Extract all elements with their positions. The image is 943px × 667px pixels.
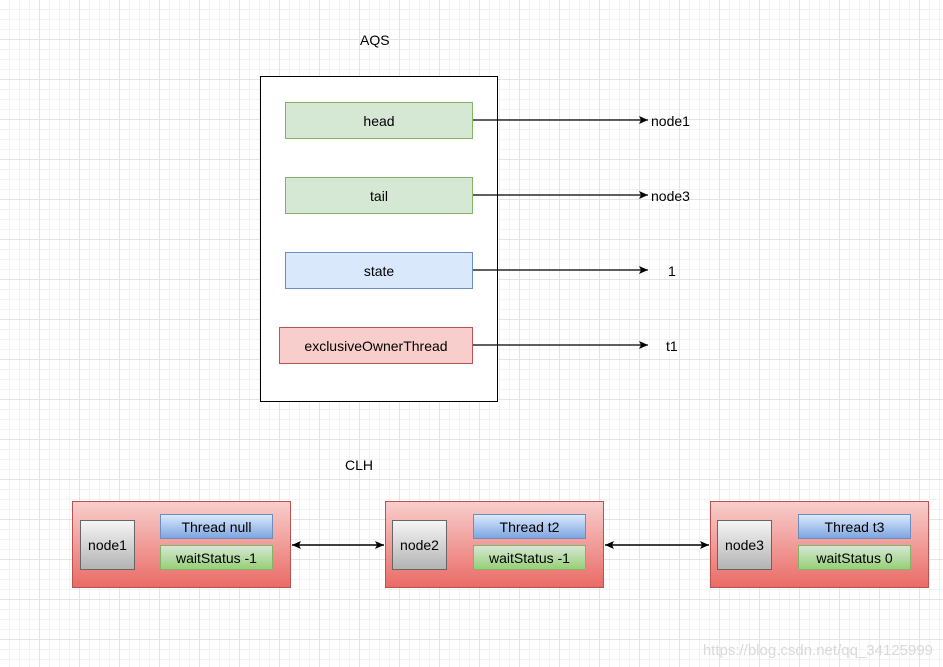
state-target-label: 1 — [668, 263, 676, 279]
aqs-title: AQS — [360, 32, 390, 48]
clh-node-1-name: node1 — [80, 520, 135, 570]
clh-node-2-wait-status: waitStatus -1 — [473, 545, 586, 570]
clh-node-2-name: node2 — [392, 520, 447, 570]
clh-node-3-thread: Thread t3 — [798, 514, 911, 539]
clh-node-3-name: node3 — [717, 520, 772, 570]
watermark: https://blog.csdn.net/qq_34125999 — [702, 642, 933, 659]
tail-target-label: node3 — [651, 188, 690, 204]
aqs-field-head[interactable]: head — [285, 102, 473, 139]
aqs-field-exclusive-owner-thread[interactable]: exclusiveOwnerThread — [279, 327, 473, 364]
clh-node-2-thread: Thread t2 — [473, 514, 586, 539]
aqs-field-state[interactable]: state — [285, 252, 473, 289]
clh-node-1-wait-status: waitStatus -1 — [160, 545, 273, 570]
aqs-field-tail[interactable]: tail — [285, 177, 473, 214]
clh-node-3-wait-status: waitStatus 0 — [798, 545, 911, 570]
clh-title: CLH — [345, 457, 374, 473]
head-target-label: node1 — [651, 113, 690, 129]
clh-node-1-thread: Thread null — [160, 514, 273, 539]
exclusive-owner-thread-target-label: t1 — [666, 338, 678, 354]
